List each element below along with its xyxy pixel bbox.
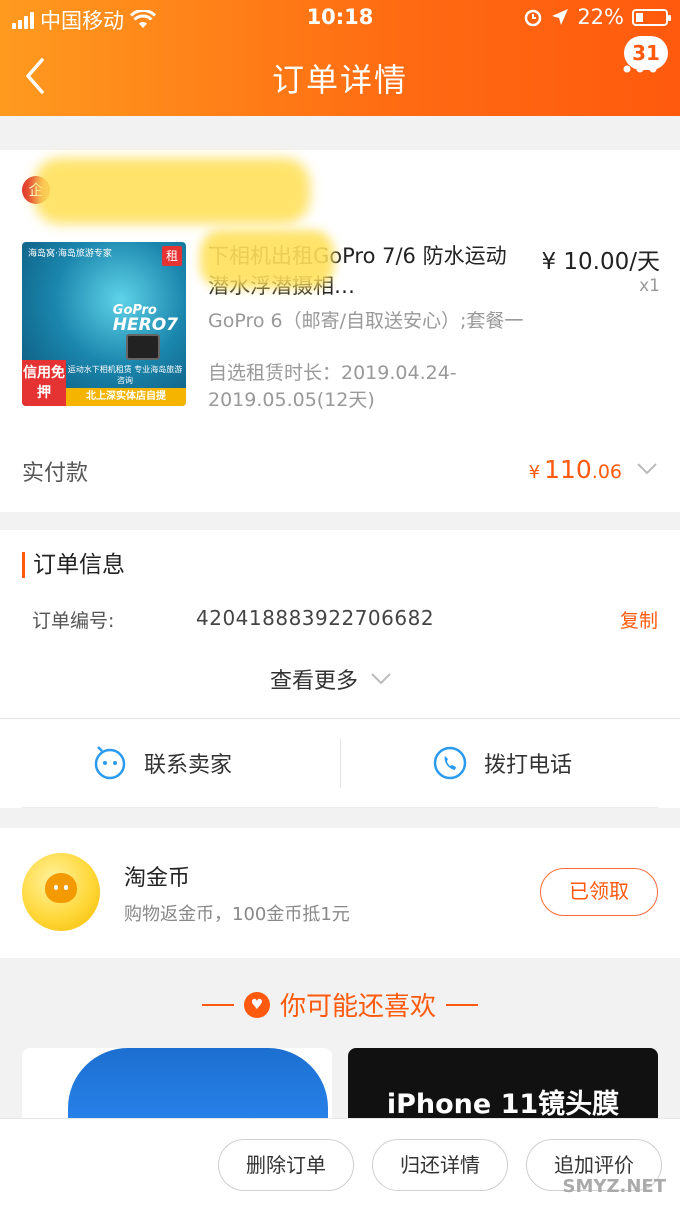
location-icon [552,9,569,25]
redacted-title [200,230,334,288]
jacket-image [68,1048,328,1128]
message-badge[interactable]: 31 [624,36,668,70]
nav-header: 中国移动 10:18 22% 订单详情 31 [0,0,680,116]
heart-icon: ♥ [243,991,270,1018]
status-right: 22% [523,5,671,29]
phone-icon [433,746,467,780]
contact-seller-button[interactable]: 联系卖家 [92,718,232,808]
return-details-button[interactable]: 归还详情 [372,1139,508,1191]
status-bar: 中国移动 10:18 22% [0,0,680,36]
payment-amount[interactable]: ¥110.06 [529,455,622,484]
order-info-title: 订单信息 [22,552,125,578]
payment-label: 实付款 [22,461,89,486]
action-separator [340,738,341,788]
pickup-strip: 北上深实体店自提 [66,388,186,406]
watermark: SMYZ.NET [562,1176,666,1197]
rental-duration: 自选租赁时长：2019.04.24-2019.05.05(12天) [208,362,457,411]
battery-icon [632,8,671,26]
delete-order-button[interactable]: 删除订单 [218,1139,354,1191]
order-info-card: 订单信息 订单编号: 4204188839227066​82 复制 查看更多 联… [0,530,680,808]
free-deposit-badge: 信用免押 [22,360,66,406]
battery-percent: 22% [577,5,624,29]
product-card: 企 海岛窝·海岛旅游专家 租 GoProHERO7 运动水下相机租赁 专业海岛旅… [0,150,680,512]
alarm-icon [525,9,542,27]
rent-tag: 租 [162,246,182,266]
decor-line [201,1003,234,1006]
divider [22,807,658,808]
currency-symbol: ¥ [528,462,541,483]
bottom-action-bar: 删除订单 归还详情 追加评价 SMYZ.NET [0,1118,680,1209]
copy-button[interactable]: 复制 [620,606,658,633]
coin-subtitle: 购物返金币，100金币抵1元 [124,904,350,925]
redacted-shop-name [34,158,310,224]
claimed-button[interactable]: 已领取 [540,868,658,916]
product-thumbnail[interactable]: 海岛窝·海岛旅游专家 租 GoPro HERO7 运动水下相机租赁 专业海岛旅游咨… [22,242,186,406]
see-more-button[interactable]: 查看更多 [270,663,392,695]
decor-line [446,1003,478,1006]
recommend-title: ♥ 你可能还喜欢 [0,986,680,1023]
gopro-logo: GoPro HERO7 [113,304,178,334]
thumb-desc: 运动水下相机租赁 专业海岛旅游咨询 [67,365,183,385]
product-spec: GoPro 6（邮寄/自取送安心）;套餐一 [208,310,524,332]
call-label: 拨打电话 [484,753,573,778]
recommend-item-jacket[interactable] [22,1048,332,1128]
amount-integer: 110 [544,455,592,484]
thumb-top-text: 海岛窝·海岛旅游专家 [28,249,112,259]
chevron-down-icon [371,673,391,685]
amount-decimal: .06 [591,461,622,483]
taobao-coin-card: 淘金币 购物返金币，100金币抵1元 已领取 [0,828,680,958]
see-more-label: 查看更多 [270,669,359,694]
product-price: ¥ 10.00/天 [541,249,660,275]
recommend-label: 你可能还喜欢 [279,992,436,1022]
page-title: 订单详情 [271,61,408,99]
lens-film-text: iPhone 11镜头膜 [386,1089,620,1120]
gopro-model: HERO7 [112,315,178,335]
contact-seller-label: 联系卖家 [144,753,233,778]
call-button[interactable]: 拨打电话 [432,718,572,808]
chevron-down-icon[interactable] [636,462,658,476]
gold-coin-icon [22,853,100,931]
product-quantity: x1 [639,276,660,296]
order-number: 4204188839227066​82 [196,606,435,630]
coin-title: 淘金币 [124,866,191,891]
chat-icon [94,746,126,780]
order-number-label: 订单编号: [32,610,115,632]
camera-icon [126,334,160,360]
recommend-item-lens-film[interactable]: iPhone 11镜头膜 [348,1048,658,1128]
